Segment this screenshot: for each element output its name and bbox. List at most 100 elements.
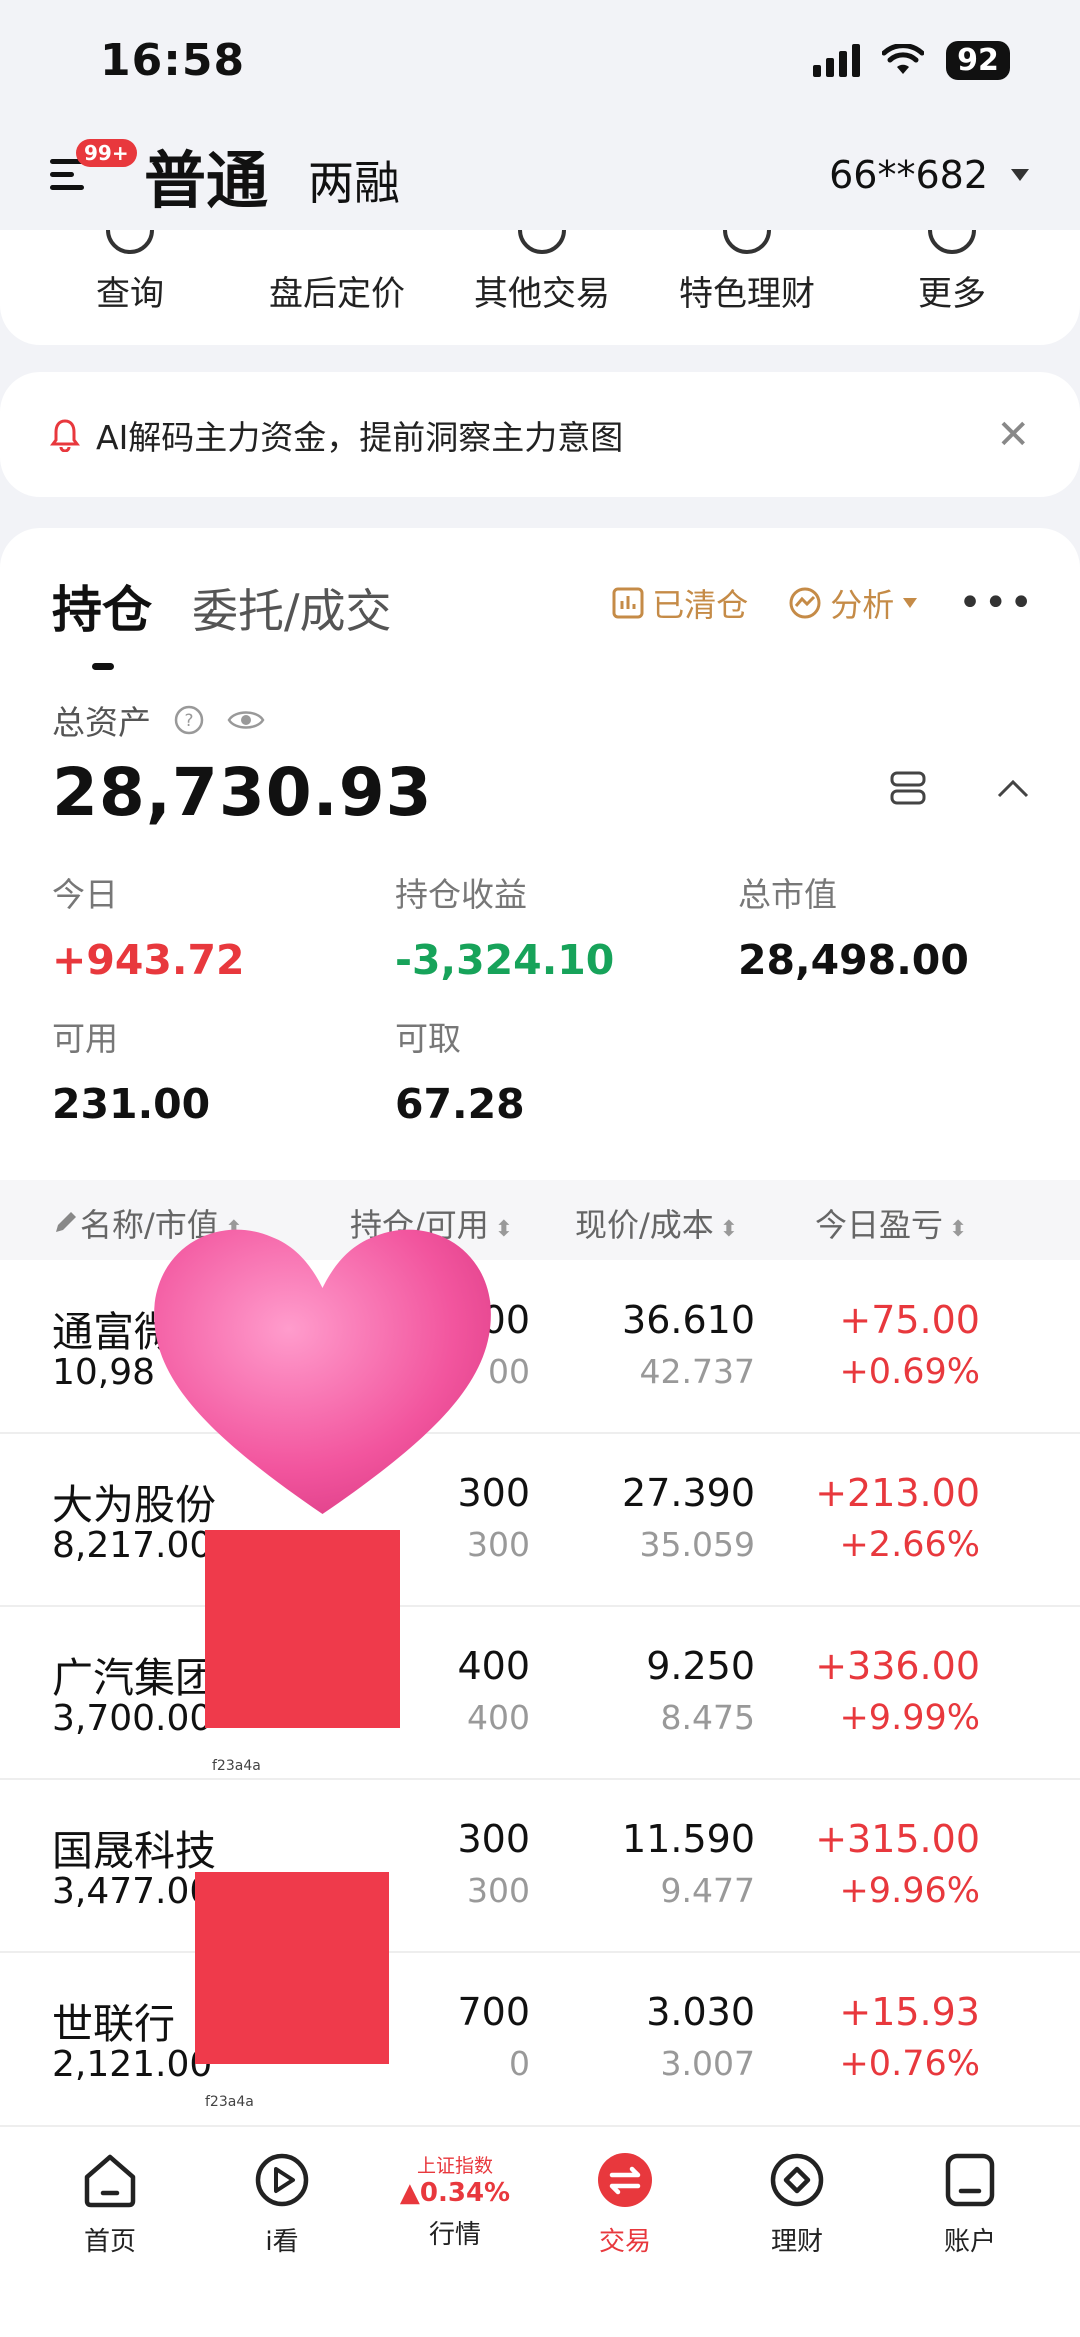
stock-price: 9.250 bbox=[646, 1644, 755, 1688]
available-label: 可用 bbox=[52, 1019, 118, 1058]
redaction-block bbox=[195, 1872, 389, 2064]
total-assets-label-row: 总资产 ? bbox=[52, 696, 265, 744]
stat-position-pnl: 持仓收益 -3,324.10 bbox=[395, 868, 614, 984]
heart-sticker bbox=[154, 1229, 491, 1515]
stock-pnl: +75.00 bbox=[839, 1298, 980, 1342]
stock-available: 0 bbox=[509, 2044, 530, 2083]
nav-trade[interactable]: 交易 bbox=[545, 2149, 705, 2258]
cleared-positions-button[interactable]: 已清仓 bbox=[612, 580, 748, 626]
stock-pnl-percent: +0.69% bbox=[839, 1352, 980, 1392]
quick-more[interactable]: 更多 bbox=[918, 266, 986, 315]
stock-price: 3.030 bbox=[646, 1990, 755, 2034]
cleared-label: 已清仓 bbox=[652, 586, 749, 624]
trade-header: 99+ 普通 两融 66**682 bbox=[0, 120, 1080, 230]
quick-query[interactable]: 查询 bbox=[96, 266, 164, 315]
tab-normal-account[interactable]: 普通 bbox=[144, 130, 268, 220]
caret-down-icon bbox=[903, 598, 918, 608]
layout-toggle-icon[interactable] bbox=[890, 771, 926, 805]
chevron-down-icon bbox=[1011, 169, 1029, 181]
help-icon[interactable]: ? bbox=[173, 704, 205, 736]
home-icon bbox=[84, 2154, 136, 2208]
stat-available: 可用 231.00 bbox=[52, 1012, 210, 1128]
stock-price: 27.390 bbox=[622, 1471, 755, 1515]
stock-market-value: 3,477.00 bbox=[52, 1871, 213, 1912]
analysis-button[interactable]: 分析 bbox=[788, 580, 918, 626]
total-assets-label: 总资产 bbox=[52, 703, 151, 742]
stock-quantity: 300 bbox=[457, 1817, 530, 1861]
withdrawable-value: 67.28 bbox=[395, 1080, 525, 1128]
stock-available: 400 bbox=[467, 1698, 530, 1737]
stock-cost: 3.007 bbox=[660, 2044, 755, 2083]
svg-text:?: ? bbox=[184, 711, 193, 731]
nav-market[interactable]: 上证指数 ▲0.34% 行情 bbox=[375, 2143, 535, 2251]
trend-circle-icon bbox=[789, 587, 821, 619]
withdrawable-label: 可取 bbox=[395, 1019, 461, 1058]
table-row[interactable]: 世联行 2,121.00 700 0 3.030 3.007 +15.93 +0… bbox=[0, 1954, 1080, 2126]
stock-cost: 9.477 bbox=[660, 1871, 755, 1910]
market-value-label: 总市值 bbox=[738, 875, 837, 914]
menu-button[interactable]: 99+ bbox=[50, 139, 137, 197]
table-row[interactable]: 国晟科技 3,477.00 300 300 11.590 9.477 +315.… bbox=[0, 1781, 1080, 1953]
tab-positions[interactable]: 持仓 bbox=[52, 570, 152, 670]
notification-badge: 99+ bbox=[76, 139, 137, 167]
table-row[interactable]: 广汽集团 3,700.00 400 400 9.250 8.475 +336.0… bbox=[0, 1608, 1080, 1780]
edit-icon bbox=[56, 1212, 76, 1232]
column-today-pnl[interactable]: 今日盈亏 ⬍ bbox=[815, 1200, 967, 1246]
trade-swap-icon bbox=[598, 2153, 652, 2207]
market-value-value: 28,498.00 bbox=[738, 936, 969, 984]
stock-cost: 35.059 bbox=[639, 1525, 755, 1564]
sort-icon: ⬍ bbox=[949, 1217, 968, 1242]
nav-finance-label: 理财 bbox=[770, 2227, 823, 2257]
stat-market-value: 总市值 28,498.00 bbox=[738, 868, 969, 984]
close-icon[interactable]: ✕ bbox=[996, 412, 1030, 458]
stock-quantity: 700 bbox=[457, 1990, 530, 2034]
stock-name: 世联行 bbox=[52, 2000, 175, 2048]
chevron-up-icon[interactable] bbox=[996, 777, 1030, 799]
quick-after-hours-pricing[interactable]: 盘后定价 bbox=[269, 266, 405, 315]
nav-watch[interactable]: i看 bbox=[202, 2149, 362, 2258]
notice-text: AI解码主力资金，提前洞察主力意图 bbox=[96, 417, 624, 457]
quick-menu: 查询 盘后定价 其他交易 特色理财 更多 bbox=[0, 230, 1080, 345]
sort-icon: ⬍ bbox=[719, 1217, 739, 1242]
tab-orders-trades[interactable]: 委托/成交 bbox=[192, 575, 392, 641]
quick-featured-wealth[interactable]: 特色理财 bbox=[679, 266, 815, 315]
stock-pnl: +315.00 bbox=[815, 1817, 980, 1861]
tab-margin-account[interactable]: 两融 bbox=[308, 147, 400, 213]
status-time: 16:58 bbox=[100, 34, 246, 86]
stock-available: 300 bbox=[467, 1525, 530, 1564]
stock-name: 广汽集团 bbox=[52, 1654, 216, 1702]
column-price-cost[interactable]: 现价/成本 ⬍ bbox=[575, 1200, 738, 1246]
nav-finance[interactable]: 理财 bbox=[717, 2149, 877, 2258]
eye-icon[interactable] bbox=[227, 706, 265, 734]
stock-pnl-percent: +9.99% bbox=[839, 1698, 980, 1738]
ai-notice-banner[interactable]: AI解码主力资金，提前洞察主力意图 ✕ bbox=[0, 372, 1080, 497]
account-number: 66**682 bbox=[829, 153, 988, 197]
tab-actions: 已清仓 分析 ••• bbox=[612, 580, 1035, 626]
position-pnl-label: 持仓收益 bbox=[395, 875, 527, 914]
stock-name: 国晟科技 bbox=[52, 1827, 216, 1875]
position-pnl-value: -3,324.10 bbox=[395, 936, 615, 984]
redaction-tag: f23a4a bbox=[205, 2094, 254, 2110]
wifi-icon bbox=[882, 44, 924, 74]
redaction-tag: f23a4a bbox=[212, 1758, 261, 1774]
account-selector[interactable]: 66**682 bbox=[829, 153, 1030, 197]
column-label: 今日盈亏 bbox=[815, 1206, 944, 1244]
bar-chart-icon bbox=[612, 587, 644, 619]
bottom-nav: 首页 i看 上证指数 ▲0.34% 行情 交易 理财 账户 bbox=[0, 2125, 1080, 2337]
positions-tabs: 持仓 委托/成交 bbox=[52, 570, 392, 670]
available-value: 231.00 bbox=[52, 1080, 211, 1128]
nav-home[interactable]: 首页 bbox=[30, 2149, 190, 2258]
stock-pnl-percent: +0.76% bbox=[839, 2044, 980, 2084]
status-icons: 92 bbox=[813, 40, 1010, 80]
column-label: 现价/成本 bbox=[575, 1206, 714, 1244]
quick-other-trade[interactable]: 其他交易 bbox=[474, 266, 610, 315]
nav-home-label: 首页 bbox=[83, 2227, 136, 2257]
nav-market-label: 行情 bbox=[428, 2220, 481, 2250]
nav-account[interactable]: 账户 bbox=[890, 2149, 1050, 2258]
stock-quantity: 400 bbox=[457, 1644, 530, 1688]
stat-withdrawable: 可取 67.28 bbox=[395, 1012, 525, 1128]
play-icon bbox=[255, 2153, 309, 2207]
asset-controls bbox=[890, 771, 1030, 805]
stock-pnl: +336.00 bbox=[815, 1644, 980, 1688]
more-options-icon[interactable]: ••• bbox=[958, 580, 1035, 626]
